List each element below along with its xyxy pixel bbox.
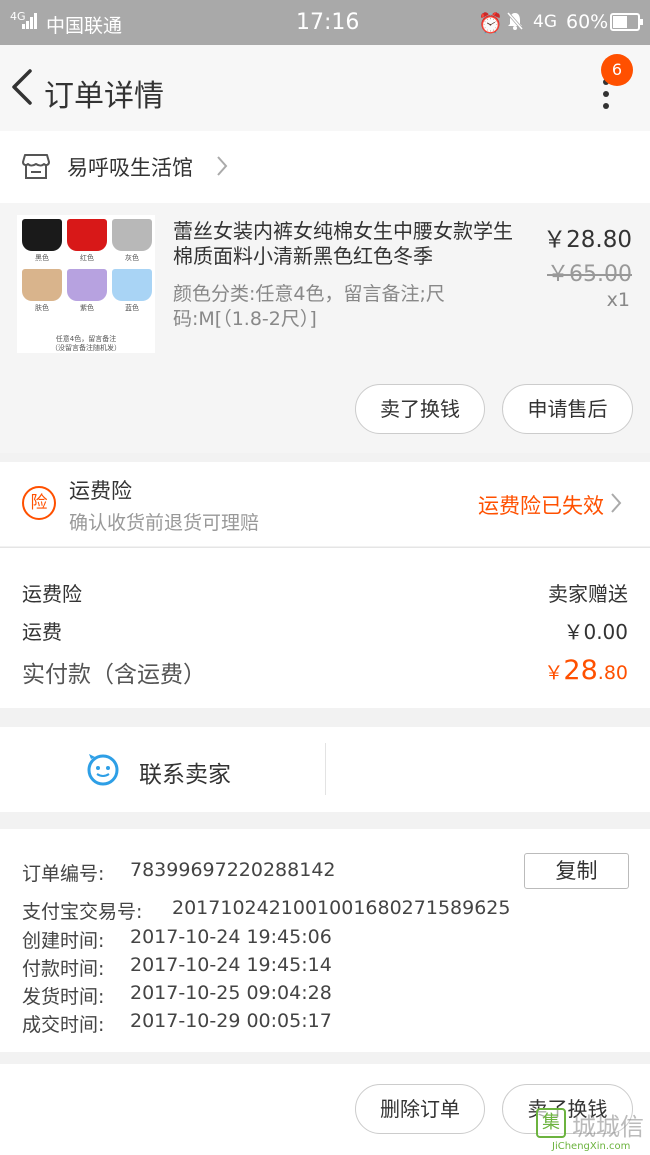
product-card[interactable]: 任意4色，留言备注 （没留言备注随机发） 黑色 红色 灰色肤色 紫色 蓝色 蕾丝女装内裤… bbox=[0, 203, 650, 453]
product-price: ￥28.80 bbox=[543, 227, 632, 253]
sell-item-button[interactable]: 卖了换钱 bbox=[355, 384, 485, 434]
after-sale-button[interactable]: 申请售后 bbox=[502, 384, 633, 434]
shop-row[interactable]: 易呼吸生活馆 bbox=[0, 131, 650, 203]
shipped-label: 发货时间: bbox=[22, 986, 105, 1008]
site-watermark: 集 城城信 JiChengXin.com bbox=[530, 1105, 650, 1155]
order-number-row: 订单编号: 78399697220288142 bbox=[22, 859, 336, 886]
swatch-label: 红色 bbox=[80, 254, 94, 262]
completed-time-row: 成交时间: 2017-10-29 00:05:17 bbox=[22, 1010, 332, 1037]
fee-label: 运费险 bbox=[22, 582, 82, 606]
color-swatch bbox=[67, 269, 107, 301]
paid-label: 付款时间: bbox=[22, 958, 105, 980]
created-time-row: 创建时间: 2017-10-24 19:45:06 bbox=[22, 926, 332, 953]
swatch-label: 灰色 bbox=[125, 254, 139, 262]
thumbnail-note: 任意4色，留言备注 （没留言备注随机发） bbox=[51, 335, 121, 352]
product-sku: 颜色分类:任意4色，留言备注;尺码:M[（1.8-2尺）] bbox=[173, 283, 445, 330]
alarm-icon: ⏰ bbox=[478, 11, 503, 35]
fee-label: 运费 bbox=[22, 620, 62, 644]
chat-bubble-icon[interactable] bbox=[85, 751, 121, 787]
contact-seller-button[interactable]: 联系卖家 bbox=[139, 755, 231, 789]
insurance-subtitle: 确认收货前退货可理赔 bbox=[69, 512, 260, 534]
contact-bar: 联系卖家 bbox=[0, 727, 650, 812]
chevron-right-icon bbox=[217, 156, 228, 176]
total-amount: ￥28.80 bbox=[544, 655, 628, 686]
shop-name: 易呼吸生活馆 bbox=[67, 156, 193, 180]
color-swatch bbox=[22, 219, 62, 251]
shipped-time-row: 发货时间: 2017-10-25 09:04:28 bbox=[22, 982, 332, 1009]
order-number: 78399697220288142 bbox=[130, 859, 336, 881]
color-swatch bbox=[112, 269, 152, 301]
delete-order-button[interactable]: 删除订单 bbox=[355, 1084, 485, 1134]
watermark-logo-icon: 集 bbox=[536, 1108, 566, 1138]
original-price: ￥65.00 bbox=[547, 262, 632, 287]
shipping-insurance-row[interactable]: 险 运费险 确认收货前退货可理赔 运费险已失效 bbox=[0, 462, 650, 546]
alipay-number: 2017102421001001680271589625 bbox=[172, 897, 511, 919]
status-bar: 4G 中国联通 17:16 ⏰ 4G 60% bbox=[0, 0, 650, 45]
chevron-right-icon bbox=[611, 493, 622, 513]
store-icon bbox=[22, 154, 50, 179]
clock: 17:16 bbox=[296, 10, 360, 35]
order-number-label: 订单编号: bbox=[22, 863, 105, 885]
paid-time-row: 付款时间: 2017-10-24 19:45:14 bbox=[22, 954, 332, 981]
battery-icon bbox=[610, 13, 643, 31]
mute-bell-icon bbox=[506, 12, 524, 30]
swatch-label: 紫色 bbox=[80, 304, 94, 312]
insurance-icon: 险 bbox=[22, 486, 56, 520]
fee-row-shipping: 运费 ￥0.00 bbox=[22, 616, 628, 645]
swatch-label: 蓝色 bbox=[125, 304, 139, 312]
completed-time: 2017-10-29 00:05:17 bbox=[130, 1010, 332, 1032]
battery-percent: 60% bbox=[566, 11, 609, 33]
watermark-text: 城城信 bbox=[572, 1113, 644, 1141]
navigation-header: 订单详情 6 bbox=[0, 45, 650, 131]
swatch-label: 肤色 bbox=[35, 304, 49, 312]
color-swatch bbox=[22, 269, 62, 301]
paid-time: 2017-10-24 19:45:14 bbox=[130, 954, 332, 976]
created-time: 2017-10-24 19:45:06 bbox=[130, 926, 332, 948]
back-arrow-icon[interactable] bbox=[8, 67, 38, 107]
insurance-status: 运费险已失效 bbox=[478, 494, 604, 518]
page-title: 订单详情 bbox=[44, 79, 164, 114]
fee-row-insurance: 运费险 卖家赠送 bbox=[22, 578, 628, 607]
color-swatch bbox=[67, 219, 107, 251]
product-thumbnail[interactable]: 任意4色，留言备注 （没留言备注随机发） 黑色 红色 灰色肤色 紫色 蓝色 bbox=[17, 215, 155, 353]
product-title[interactable]: 蕾丝女装内裤女纯棉女生中腰女款学生棉质面料小清新黑色红色冬季 bbox=[173, 219, 528, 269]
order-info: 订单编号: 78399697220288142 复制 支付宝交易号: 20171… bbox=[0, 829, 650, 1052]
created-label: 创建时间: bbox=[22, 930, 105, 952]
alipay-label: 支付宝交易号: bbox=[22, 901, 143, 923]
fee-row-total: 实付款（含运费） ￥28.80 bbox=[22, 655, 628, 689]
shipped-time: 2017-10-25 09:04:28 bbox=[130, 982, 332, 1004]
fee-summary: 运费险 卖家赠送 运费 ￥0.00 实付款（含运费） ￥28.80 bbox=[0, 547, 650, 708]
swatch-label: 黑色 bbox=[35, 254, 49, 262]
total-label: 实付款（含运费） bbox=[22, 662, 206, 688]
signal-icon bbox=[22, 13, 37, 29]
fee-value: ￥0.00 bbox=[563, 620, 628, 644]
insurance-title: 运费险 bbox=[69, 479, 132, 503]
copy-button[interactable]: 复制 bbox=[524, 853, 629, 889]
carrier-name: 中国联通 bbox=[46, 15, 123, 37]
watermark-url: JiChengXin.com bbox=[552, 1141, 631, 1152]
product-quantity: x1 bbox=[606, 289, 630, 311]
notification-badge: 6 bbox=[601, 54, 633, 86]
network-type: 4G bbox=[533, 12, 557, 32]
color-swatch bbox=[112, 219, 152, 251]
divider bbox=[325, 743, 326, 795]
completed-label: 成交时间: bbox=[22, 1014, 105, 1036]
fee-value: 卖家赠送 bbox=[548, 582, 628, 606]
alipay-row: 支付宝交易号: 2017102421001001680271589625 bbox=[22, 897, 510, 924]
